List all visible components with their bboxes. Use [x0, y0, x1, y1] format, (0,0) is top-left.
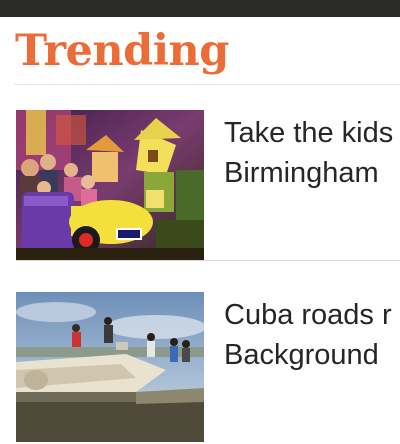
cuba-wreck-photo: [16, 292, 204, 442]
article-card-1[interactable]: Take the kids Birmingham: [0, 110, 400, 262]
section-title: Trending: [15, 26, 229, 76]
article-headline-1[interactable]: Take the kids Birmingham: [224, 113, 400, 193]
article-thumbnail-1[interactable]: [16, 110, 204, 260]
article-thumbnail-2[interactable]: [16, 292, 204, 442]
divider: [16, 260, 400, 261]
top-bar: [0, 0, 400, 17]
article-headline-2[interactable]: Cuba roads r Background: [224, 295, 400, 375]
theme-park-ride-photo: [16, 110, 204, 260]
article-card-2[interactable]: Cuba roads r Background: [0, 292, 400, 444]
divider: [14, 84, 400, 85]
